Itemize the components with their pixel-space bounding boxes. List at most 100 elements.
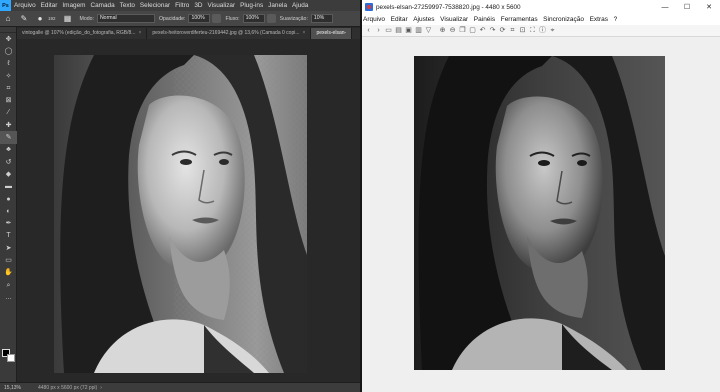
toolbar-separator xyxy=(434,26,437,36)
iv-menu-ajustes[interactable]: Ajustes xyxy=(413,16,434,23)
flow-label: Fluxo: xyxy=(225,15,240,22)
history-brush-icon[interactable]: ↺ xyxy=(0,156,17,168)
airbrush-icon[interactable] xyxy=(266,14,276,23)
ps-toolbox: ✥ ◯ ℓ ✧ ⌗ ⊠ ⁄ ✚ ✎ ♣ ↺ ◆ ▬ ● ◐ ✒ T ➤ ▭ ✋ … xyxy=(0,27,17,382)
smoothing-field[interactable]: 10% xyxy=(310,14,333,23)
rotate-icon[interactable]: ⟳ xyxy=(498,26,507,36)
ps-menu-arquivo[interactable]: Arquivo xyxy=(14,2,36,9)
ps-menu-ajuda[interactable]: Ajuda xyxy=(292,2,308,9)
ps-menubar: Ps Arquivo Editar Imagem Camada Texto Se… xyxy=(0,0,360,11)
zoom-level[interactable]: 15,13% xyxy=(0,385,38,391)
zoom-icon[interactable]: ⌕ xyxy=(0,279,17,291)
close-icon[interactable]: × xyxy=(138,30,141,36)
tab-document-3[interactable]: pexels-elsan- xyxy=(311,28,353,39)
print-icon[interactable]: ▥ xyxy=(414,26,423,36)
opacity-field[interactable]: 100% xyxy=(188,14,211,23)
mode-select[interactable]: Normal xyxy=(96,14,155,23)
iv-toolbar: ‹ › ▭ ▤ ▣ ▥ ▽ ⊕ ⊖ ❐ ▢ ↶ ↷ ⟳ ⌗ ⊡ ⛶ ⓘ ⌖ xyxy=(362,25,720,37)
iv-menu-sincronizacao[interactable]: Sincronização xyxy=(543,16,584,23)
brush-tip-icon[interactable]: ● xyxy=(35,14,45,24)
marquee-icon[interactable]: ◯ xyxy=(0,45,17,57)
ps-menu-visualizar[interactable]: Visualizar xyxy=(207,2,235,9)
rectangle-icon[interactable]: ▭ xyxy=(0,254,17,266)
photoshop-window: Ps Arquivo Editar Imagem Camada Texto Se… xyxy=(0,0,360,392)
undo-icon[interactable]: ↶ xyxy=(478,26,487,36)
iv-menu-arquivo[interactable]: Arquivo xyxy=(363,16,385,23)
redo-icon[interactable]: ↷ xyxy=(488,26,497,36)
photoshop-logo: Ps xyxy=(0,0,11,11)
type-icon[interactable]: T xyxy=(0,230,17,242)
ps-menu-3d[interactable]: 3D xyxy=(194,2,202,9)
eraser-icon[interactable]: ◆ xyxy=(0,168,17,180)
eyedropper-icon[interactable]: ⁄ xyxy=(0,107,17,119)
background-color[interactable] xyxy=(7,354,15,362)
brush-settings-icon[interactable]: ▦ xyxy=(63,14,73,24)
stamp-icon[interactable]: ♣ xyxy=(0,144,17,156)
ps-canvas-area[interactable] xyxy=(17,39,360,381)
hand-icon[interactable]: ✋ xyxy=(0,267,17,279)
portrait-image-original xyxy=(414,56,665,370)
ps-menu-plugins[interactable]: Plug-ins xyxy=(240,2,263,9)
ps-menu-selecionar[interactable]: Selecionar xyxy=(140,2,170,9)
close-button[interactable]: ✕ xyxy=(698,0,720,14)
iv-menu-paineis[interactable]: Painéis xyxy=(474,16,495,23)
flow-field[interactable]: 100% xyxy=(242,14,265,23)
crop-icon[interactable]: ⌗ xyxy=(0,82,17,94)
crop-icon[interactable]: ⌗ xyxy=(508,26,517,36)
smoothing-label: Suavização: xyxy=(279,15,308,22)
open-icon[interactable]: ▭ xyxy=(384,26,393,36)
tab-document-2[interactable]: pexels-heitoroverdiferteu-2169442.jpg @ … xyxy=(147,28,312,39)
folder-icon[interactable]: ▤ xyxy=(394,26,403,36)
iv-menu-editar[interactable]: Editar xyxy=(391,16,408,23)
minimize-button[interactable]: — xyxy=(654,0,676,14)
ps-menu-texto[interactable]: Texto xyxy=(120,2,135,9)
ps-menu-editar[interactable]: Editar xyxy=(41,2,58,9)
ps-status-bar: 15,13% 4480 px x 5600 px (72 ppi) › xyxy=(0,382,360,392)
ps-menu-filtro[interactable]: Filtro xyxy=(175,2,189,9)
more-icon[interactable]: … xyxy=(0,291,17,303)
gradient-icon[interactable]: ▬ xyxy=(0,181,17,193)
home-icon[interactable]: ⌂ xyxy=(3,14,13,24)
zoom-out-icon[interactable]: ⊖ xyxy=(448,26,457,36)
forward-icon[interactable]: › xyxy=(374,26,383,36)
blur-icon[interactable]: ● xyxy=(0,193,17,205)
brush-preset-icon[interactable]: ✎ xyxy=(19,14,29,24)
filter-icon[interactable]: ▽ xyxy=(424,26,433,36)
ps-document-canvas[interactable] xyxy=(54,55,307,373)
iv-menu-ferramentas[interactable]: Ferramentas xyxy=(501,16,538,23)
healing-icon[interactable]: ✚ xyxy=(0,119,17,131)
info-icon[interactable]: ⓘ xyxy=(538,26,547,36)
ps-menu-janela[interactable]: Janela xyxy=(268,2,287,9)
fullscreen-icon[interactable]: ⛶ xyxy=(528,26,537,36)
path-select-icon[interactable]: ➤ xyxy=(0,242,17,254)
pen-icon[interactable]: ✒ xyxy=(0,217,17,229)
ps-menu-imagem[interactable]: Imagem xyxy=(62,2,85,9)
pressure-opacity-icon[interactable] xyxy=(212,14,222,23)
frame-icon[interactable]: ⊠ xyxy=(0,94,17,106)
close-icon[interactable]: × xyxy=(303,30,306,36)
color-swatches[interactable] xyxy=(2,349,16,363)
fit-icon[interactable]: ⊡ xyxy=(518,26,527,36)
iv-menu-extras[interactable]: Extras xyxy=(590,16,608,23)
zoom-in-icon[interactable]: ⊕ xyxy=(438,26,447,36)
save-icon[interactable]: ▣ xyxy=(404,26,413,36)
brush-size-value: 192 xyxy=(48,16,56,21)
location-icon[interactable]: ⌖ xyxy=(548,26,557,36)
copy-icon[interactable]: ❐ xyxy=(458,26,467,36)
ps-menu-camada[interactable]: Camada xyxy=(90,2,114,9)
dodge-icon[interactable]: ◐ xyxy=(0,205,17,217)
iv-menu-help[interactable]: ? xyxy=(614,16,618,23)
move-icon[interactable]: ✥ xyxy=(0,33,17,45)
status-arrow[interactable]: › xyxy=(100,385,102,391)
iv-image-view[interactable] xyxy=(362,38,720,392)
tab-document-1[interactable]: vintogalle @ 107% (edição_do_fotografia,… xyxy=(17,28,148,39)
irfanview-icon xyxy=(365,3,373,11)
brush-icon[interactable]: ✎ xyxy=(0,131,17,144)
quick-select-icon[interactable]: ✧ xyxy=(0,70,17,82)
maximize-button[interactable]: ☐ xyxy=(676,0,698,14)
iv-menu-visualizar[interactable]: Visualizar xyxy=(440,16,468,23)
back-icon[interactable]: ‹ xyxy=(364,26,373,36)
paste-icon[interactable]: ▢ xyxy=(468,26,477,36)
lasso-icon[interactable]: ℓ xyxy=(0,58,17,70)
iv-titlebar: pexels-elsan-27259997-7538820.jpg - 4480… xyxy=(362,0,720,14)
